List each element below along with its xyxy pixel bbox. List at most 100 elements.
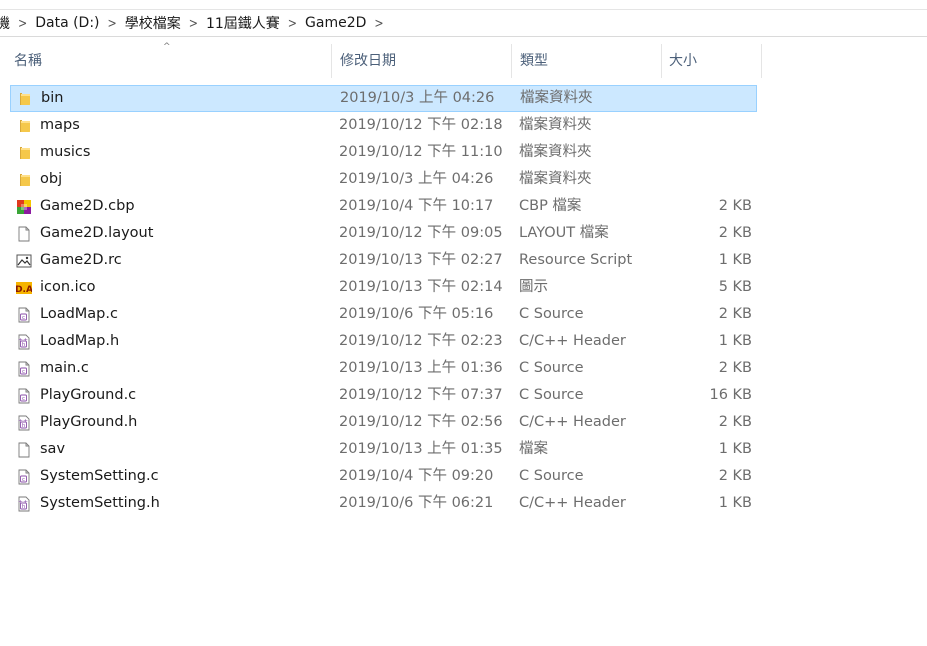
chevron-right-icon[interactable]: > [284,15,301,31]
chevron-right-icon[interactable]: > [185,15,202,31]
file-name: PlayGround.c [40,387,137,403]
file-row[interactable]: D.A icon.ico 2019/10/13 下午 02:14 圖示 5 KB [10,274,757,301]
file-size: 2 KB [718,414,752,430]
column-header-date-label: 修改日期 [340,53,396,69]
file-modified-date: 2019/10/12 下午 02:56 [339,414,503,430]
svg-text:c: c [22,396,25,402]
c-header-icon: ++ h [16,333,32,350]
toolbar-bottom-edge [0,0,927,10]
file-type: LAYOUT 檔案 [519,225,609,241]
file-name: Game2D.layout [40,225,154,241]
file-row[interactable]: c LoadMap.c 2019/10/6 下午 05:16 C Source 2 KB [10,301,757,328]
column-resize-handle[interactable] [511,44,512,78]
file-type: C/C++ Header [519,414,626,430]
file-row[interactable]: musics 2019/10/12 下午 11:10 檔案資料夾 [10,139,757,166]
file-name: main.c [40,360,89,376]
file-name: Game2D.rc [40,252,122,268]
c-header-icon: ++ h [16,414,32,431]
file-size: 16 KB [709,387,752,403]
file-modified-date: 2019/10/12 下午 02:23 [339,333,503,349]
folder-icon [16,90,32,106]
chevron-right-icon[interactable]: > [104,15,121,31]
file-row[interactable]: bin 2019/10/3 上午 04:26 檔案資料夾 [10,85,757,112]
ico-image-icon: D.A [15,279,33,295]
file-type: 檔案資料夾 [519,171,592,187]
file-list: bin 2019/10/3 上午 04:26 檔案資料夾 maps 2019/10/12… [10,85,757,517]
chevron-right-icon[interactable]: > [14,15,31,31]
file-size: 1 KB [718,495,752,511]
breadcrumb-item-school[interactable]: 學校檔案 [121,13,185,33]
column-header-name[interactable]: 名稱 [14,44,330,78]
file-row[interactable]: ++ h PlayGround.h 2019/10/12 下午 02:56 C/C++ … [10,409,757,436]
file-type: C/C++ Header [519,495,626,511]
file-type: 檔案資料夾 [519,144,592,160]
c-source-icon: c [16,387,32,404]
column-header-date[interactable]: 修改日期 [340,44,510,78]
svg-text:h: h [22,504,26,510]
breadcrumb-item-ironman[interactable]: 11屆鐵人賽 [202,13,284,33]
file-modified-date: 2019/10/12 下午 02:18 [339,117,503,133]
file-row[interactable]: sav 2019/10/13 上午 01:35 檔案 1 KB [10,436,757,463]
c-source-icon: c [16,468,32,485]
blank-file-icon [16,441,32,458]
breadcrumb-item-game2d[interactable]: Game2D [301,15,370,31]
file-type: C Source [519,306,584,322]
chevron-right-icon[interactable]: > [370,15,387,31]
breadcrumb-item-this-pc[interactable]: 機 [0,13,14,33]
file-row[interactable]: maps 2019/10/12 下午 02:18 檔案資料夾 [10,112,757,139]
file-size: 2 KB [718,306,752,322]
file-row[interactable]: c SystemSetting.c 2019/10/4 下午 09:20 C Sour… [10,463,757,490]
file-row[interactable]: Game2D.cbp 2019/10/4 下午 10:17 CBP 檔案 2 KB [10,193,757,220]
column-header-size-label: 大小 [669,53,697,69]
file-row[interactable]: Game2D.layout 2019/10/12 下午 09:05 LAYOUT 檔… [10,220,757,247]
folder-icon [16,144,32,160]
breadcrumb[interactable]: 機 > Data (D:) > 學校檔案 > 11屆鐵人賽 > Game2D > [0,10,927,36]
file-type: C Source [519,468,584,484]
file-row[interactable]: Game2D.rc 2019/10/13 下午 02:27 Resource Scr… [10,247,757,274]
svg-text:h: h [22,342,26,348]
file-modified-date: 2019/10/13 上午 01:36 [339,360,503,376]
column-resize-handle[interactable] [331,44,332,78]
column-header-type[interactable]: 類型 [520,44,660,78]
file-type: 檔案 [519,441,548,457]
file-size: 5 KB [718,279,752,295]
column-resize-handle[interactable] [661,44,662,78]
file-modified-date: 2019/10/6 下午 06:21 [339,495,494,511]
svg-text:c: c [22,315,25,321]
file-name: bin [41,90,64,106]
file-modified-date: 2019/10/3 上午 04:26 [340,90,495,106]
file-name: icon.ico [40,279,96,295]
file-row[interactable]: ++ h SystemSetting.h 2019/10/6 下午 06:21 C/C+… [10,490,757,517]
file-size: 1 KB [718,252,752,268]
svg-text:h: h [22,423,26,429]
c-source-icon: c [16,360,32,377]
file-modified-date: 2019/10/4 下午 10:17 [339,198,494,214]
file-type: 檔案資料夾 [520,90,593,106]
file-name: SystemSetting.h [40,495,160,511]
file-row[interactable]: c main.c 2019/10/13 上午 01:36 C Source 2 KB [10,355,757,382]
column-resize-handle[interactable] [761,44,762,78]
sort-ascending-icon: ^ [163,42,171,52]
file-type: CBP 檔案 [519,198,582,214]
svg-text:c: c [22,369,25,375]
file-row[interactable]: obj 2019/10/3 上午 04:26 檔案資料夾 [10,166,757,193]
file-size: 2 KB [718,468,752,484]
file-type: C/C++ Header [519,333,626,349]
column-header-size[interactable]: 大小 [669,44,761,78]
blank-file-icon [16,225,32,242]
c-source-icon: c [16,306,32,323]
file-row[interactable]: ++ h LoadMap.h 2019/10/12 下午 02:23 C/C++ Hea… [10,328,757,355]
file-row[interactable]: c PlayGround.c 2019/10/12 下午 07:37 C Source… [10,382,757,409]
file-type: 檔案資料夾 [519,117,592,133]
svg-text:D.A: D.A [16,285,32,295]
svg-text:c: c [22,477,25,483]
file-name: obj [40,171,63,187]
address-bar-border [0,36,927,37]
file-size: 2 KB [718,198,752,214]
breadcrumb-item-drive[interactable]: Data (D:) [31,15,103,31]
file-modified-date: 2019/10/12 下午 09:05 [339,225,503,241]
file-modified-date: 2019/10/4 下午 09:20 [339,468,494,484]
folder-icon [16,117,32,133]
column-header-type-label: 類型 [520,53,548,69]
file-name: musics [40,144,91,160]
